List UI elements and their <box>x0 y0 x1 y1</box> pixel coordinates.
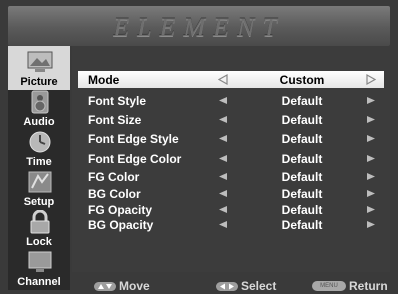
arrow-left-icon[interactable] <box>218 171 228 182</box>
menu-row-label: Font Edge Color <box>88 152 182 166</box>
setup-icon <box>28 171 52 193</box>
menu-row-label: Font Edge Style <box>88 132 179 146</box>
menu-row-value: Default <box>281 187 323 201</box>
arrow-right-icon[interactable] <box>366 219 376 230</box>
menu-row-font-edge-color[interactable]: Font Edge Color Default <box>78 150 384 167</box>
arrow-left-icon[interactable] <box>218 133 228 144</box>
sidebar-item-setup[interactable]: Setup <box>8 166 70 210</box>
move-hint: Move <box>94 279 150 293</box>
menu-row-value: Default <box>281 113 323 127</box>
up-down-icon <box>94 281 116 291</box>
arrow-right-icon[interactable] <box>366 114 376 125</box>
menu-row-fg-color[interactable]: FG Color Default <box>78 168 384 185</box>
select-label: Select <box>241 279 277 293</box>
arrow-left-icon[interactable] <box>218 74 228 85</box>
menu-row-bg-opacity[interactable]: BG Opacity Default <box>78 216 384 233</box>
return-label: Return <box>349 279 388 293</box>
move-label: Move <box>119 279 150 293</box>
footer-hints: Move Select MENU Return <box>72 278 390 294</box>
menu-row-label: BG Opacity <box>88 218 154 232</box>
arrow-left-icon[interactable] <box>218 219 228 230</box>
arrow-right-icon[interactable] <box>366 171 376 182</box>
menu-row-label: Font Size <box>88 113 142 127</box>
menu-row-label: Font Style <box>88 94 147 108</box>
channel-icon <box>28 251 52 272</box>
menu-row-label: FG Opacity <box>88 203 153 217</box>
tv-osd-screen: ELEMENT Picture Audio Time Setup Lock Ch… <box>0 0 398 294</box>
arrow-left-icon[interactable] <box>218 204 228 215</box>
menu-row-label: FG Color <box>88 170 140 184</box>
sidebar-item-picture[interactable]: Picture <box>8 46 70 90</box>
arrow-right-icon[interactable] <box>366 95 376 106</box>
menu-row-value: Default <box>281 218 323 232</box>
menu-row-label: Mode <box>88 73 120 87</box>
arrow-left-icon[interactable] <box>218 114 228 125</box>
menu-row-font-edge-style[interactable]: Font Edge Style Default <box>78 130 384 147</box>
arrow-right-icon[interactable] <box>366 74 376 85</box>
menu-row-value: Default <box>281 170 323 184</box>
menu-row-value: Default <box>281 203 323 217</box>
arrow-right-icon[interactable] <box>366 204 376 215</box>
clock-icon <box>29 131 51 153</box>
sidebar-item-channel[interactable]: Channel <box>8 246 70 290</box>
picture-icon <box>27 51 53 72</box>
speaker-icon <box>31 90 49 114</box>
arrow-left-icon[interactable] <box>218 188 228 199</box>
brand-logo: ELEMENT <box>113 13 285 42</box>
menu-row-value: Custom <box>279 73 325 87</box>
menu-key-icon: MENU <box>312 281 346 291</box>
sidebar-item-lock[interactable]: Lock <box>8 206 70 250</box>
menu-row-value: Default <box>281 152 323 166</box>
menu-row-label: BG Color <box>88 187 141 201</box>
left-right-icon <box>216 281 238 291</box>
sidebar: Picture Audio Time Setup Lock Channel <box>8 46 70 290</box>
arrow-left-icon[interactable] <box>218 153 228 164</box>
header-bar: ELEMENT <box>8 6 390 46</box>
sidebar-item-time[interactable]: Time <box>8 126 70 170</box>
menu-row-font-size[interactable]: Font Size Default <box>78 111 384 128</box>
menu-row-mode[interactable]: Mode Custom <box>78 71 384 88</box>
arrow-left-icon[interactable] <box>218 95 228 106</box>
arrow-right-icon[interactable] <box>366 188 376 199</box>
menu-row-value: Default <box>281 94 323 108</box>
menu-row-font-style[interactable]: Font Style Default <box>78 92 384 109</box>
return-hint: MENU Return <box>312 279 388 293</box>
sidebar-item-audio[interactable]: Audio <box>8 86 70 130</box>
select-hint: Select <box>216 279 276 293</box>
arrow-right-icon[interactable] <box>366 153 376 164</box>
menu-row-bg-color[interactable]: BG Color Default <box>78 185 384 202</box>
lock-icon <box>30 210 50 234</box>
arrow-right-icon[interactable] <box>366 133 376 144</box>
menu-row-value: Default <box>281 132 323 146</box>
sidebar-item-label: Channel <box>17 276 61 288</box>
